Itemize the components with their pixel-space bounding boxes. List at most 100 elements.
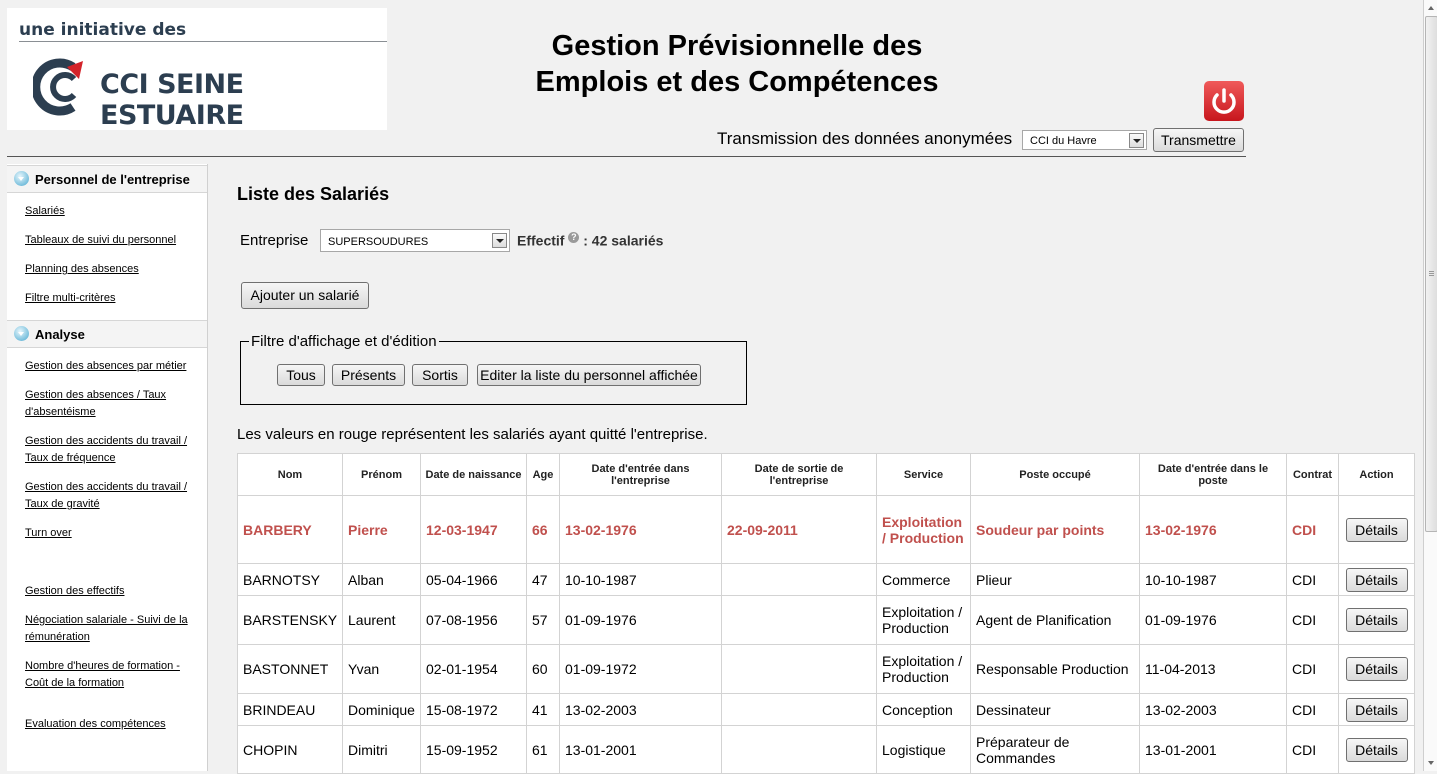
cell-entree: 13-01-2001: [559, 725, 722, 774]
sidebar-item-negociation[interactable]: Négociation salariale - Suivi de la rému…: [25, 612, 197, 646]
column-header[interactable]: Service: [876, 453, 971, 496]
column-header[interactable]: Nom: [237, 453, 343, 496]
details-button[interactable]: Détails: [1345, 608, 1408, 632]
table-row: BARNOTSY Alban 05-04-1966 47 10-10-1987 Comme…: [237, 563, 1415, 596]
scroll-up-icon[interactable]: [1425, 0, 1437, 15]
cell-poste: Responsable Production: [970, 644, 1140, 694]
collapse-icon: [14, 326, 29, 341]
cell-age: 41: [526, 693, 560, 726]
cell-naissance: 07-08-1956: [420, 595, 527, 645]
sidebar-item-salaries[interactable]: Salariés: [25, 203, 197, 220]
cell-entree-poste: 11-04-2013: [1139, 644, 1287, 694]
cci-logo: une initiative des CCI SEINE ESTUAIRE: [7, 8, 387, 131]
table-row: BARSTENSKY Laurent 07-08-1956 57 01-09-1976 E…: [237, 595, 1415, 645]
transmit-label: Transmission des données anonymées: [717, 129, 1013, 148]
sidebar-section-personnel[interactable]: Personnel de l'entreprise: [7, 165, 207, 193]
column-header[interactable]: Contrat: [1286, 453, 1339, 496]
power-icon: [1212, 88, 1236, 114]
cell-contrat: CDI: [1286, 495, 1339, 564]
cell-naissance: 12-03-1947: [420, 495, 527, 564]
cell-sortie: 22-09-2011: [721, 495, 877, 564]
sidebar-item-turn-over[interactable]: Turn over: [25, 525, 197, 542]
cell-contrat: CDI: [1286, 725, 1339, 774]
sidebar-section-analyse[interactable]: Analyse: [7, 320, 207, 348]
cell-naissance: 02-01-1954: [420, 644, 527, 694]
cell-sortie: [721, 644, 877, 694]
cell-prenom: Dimitri: [342, 725, 421, 774]
sidebar-item-absenteisme[interactable]: Gestion des absences / Taux d'absentéism…: [25, 387, 197, 421]
cci-select[interactable]: CCI du Havre: [1022, 130, 1147, 150]
entreprise-select[interactable]: SUPERSOUDURES: [320, 229, 510, 252]
sidebar-item-competences[interactable]: Evaluation des compétences: [25, 716, 197, 733]
sidebar-item-filtre-multi[interactable]: Filtre multi-critères: [25, 290, 197, 307]
details-button[interactable]: Détails: [1345, 517, 1408, 542]
edit-list-button[interactable]: Editer la liste du personnel affichée: [477, 364, 701, 386]
cell-action: Détails: [1338, 563, 1415, 596]
sidebar-item-planning-absences[interactable]: Planning des absences: [25, 261, 197, 278]
cell-service: Logistique: [876, 725, 971, 774]
vertical-scrollbar[interactable]: [1423, 0, 1437, 771]
cell-poste: Agent de Planification: [970, 595, 1140, 645]
cell-nom: BARSTENSKY: [237, 595, 343, 645]
cell-contrat: CDI: [1286, 644, 1339, 694]
scroll-thumb[interactable]: [1425, 16, 1437, 532]
column-header[interactable]: Prénom: [342, 453, 421, 496]
cell-service: Exploitation / Production: [876, 595, 971, 645]
sidebar-item-formation[interactable]: Nombre d'heures de formation - Coût de l…: [25, 658, 197, 692]
details-button[interactable]: Détails: [1345, 697, 1408, 722]
cell-entree-poste: 13-01-2001: [1139, 725, 1287, 774]
cell-action: Détails: [1338, 495, 1415, 564]
scroll-down-icon[interactable]: [1425, 756, 1437, 771]
page-title: Gestion Prévisionnelle des Emplois et de…: [535, 30, 939, 98]
cell-entree: 01-09-1972: [559, 644, 722, 694]
cell-nom: BASTONNET: [237, 644, 343, 694]
transmit-button[interactable]: Transmettre: [1153, 128, 1244, 152]
details-button[interactable]: Détails: [1345, 567, 1408, 592]
cell-poste: Dessinateur: [970, 693, 1140, 726]
employees-table: Nom Prénom Date de naissance Age Date d'…: [237, 453, 1415, 774]
column-header[interactable]: Date d'entrée dans l'entreprise: [559, 453, 722, 496]
logo-name: CCI SEINE ESTUAIRE: [100, 69, 244, 131]
cell-prenom: Alban: [342, 563, 421, 596]
sidebar-item-absences-metier[interactable]: Gestion des absences par métier: [25, 358, 197, 375]
cell-age: 66: [526, 495, 560, 564]
cell-poste: Soudeur par points: [970, 495, 1140, 564]
cell-age: 61: [526, 725, 560, 774]
chevron-down-icon: [1129, 133, 1144, 148]
table-header-row: Nom Prénom Date de naissance Age Date d'…: [237, 453, 1415, 496]
chevron-down-icon: [492, 233, 507, 248]
cell-prenom: Yvan: [342, 644, 421, 694]
column-header[interactable]: Date de sortie de l'entreprise: [721, 453, 877, 496]
collapse-icon: [14, 171, 29, 186]
sidebar-item-accidents-gravite[interactable]: Gestion des accidents du travail / Taux …: [25, 479, 197, 513]
column-header: Action: [1338, 453, 1415, 496]
cell-age: 60: [526, 644, 560, 694]
details-button[interactable]: Détails: [1345, 657, 1408, 681]
sidebar-item-tableaux-suivi[interactable]: Tableaux de suivi du personnel: [25, 232, 197, 249]
logo-tagline: une initiative des: [19, 20, 187, 40]
cell-nom: BRINDEAU: [237, 693, 343, 726]
filter-all-button[interactable]: Tous: [277, 364, 325, 386]
cell-service: Exploitation / Production: [876, 644, 971, 694]
add-employee-button[interactable]: Ajouter un salarié: [241, 282, 369, 309]
cci-logo-icon: [33, 58, 83, 116]
column-header[interactable]: Poste occupé: [970, 453, 1140, 496]
cell-entree-poste: 01-09-1976: [1139, 595, 1287, 645]
cell-sortie: [721, 725, 877, 774]
help-icon[interactable]: ?: [568, 232, 580, 243]
column-header[interactable]: Date d'entrée dans le poste: [1139, 453, 1287, 496]
cell-nom: BARNOTSY: [237, 563, 343, 596]
filter-left-button[interactable]: Sortis: [412, 364, 468, 386]
filter-present-button[interactable]: Présents: [332, 364, 405, 386]
details-button[interactable]: Détails: [1345, 737, 1408, 762]
cell-action: Détails: [1338, 725, 1415, 774]
column-header[interactable]: Date de naissance: [420, 453, 527, 496]
cell-entree: 01-09-1976: [559, 595, 722, 645]
sidebar-item-accidents-frequence[interactable]: Gestion des accidents du travail / Taux …: [25, 433, 197, 467]
logout-button[interactable]: [1204, 81, 1244, 121]
cell-prenom: Laurent: [342, 595, 421, 645]
cell-service: Commerce: [876, 563, 971, 596]
sidebar-item-effectifs[interactable]: Gestion des effectifs: [25, 583, 197, 600]
cell-naissance: 15-08-1972: [420, 693, 527, 726]
column-header[interactable]: Age: [526, 453, 560, 496]
